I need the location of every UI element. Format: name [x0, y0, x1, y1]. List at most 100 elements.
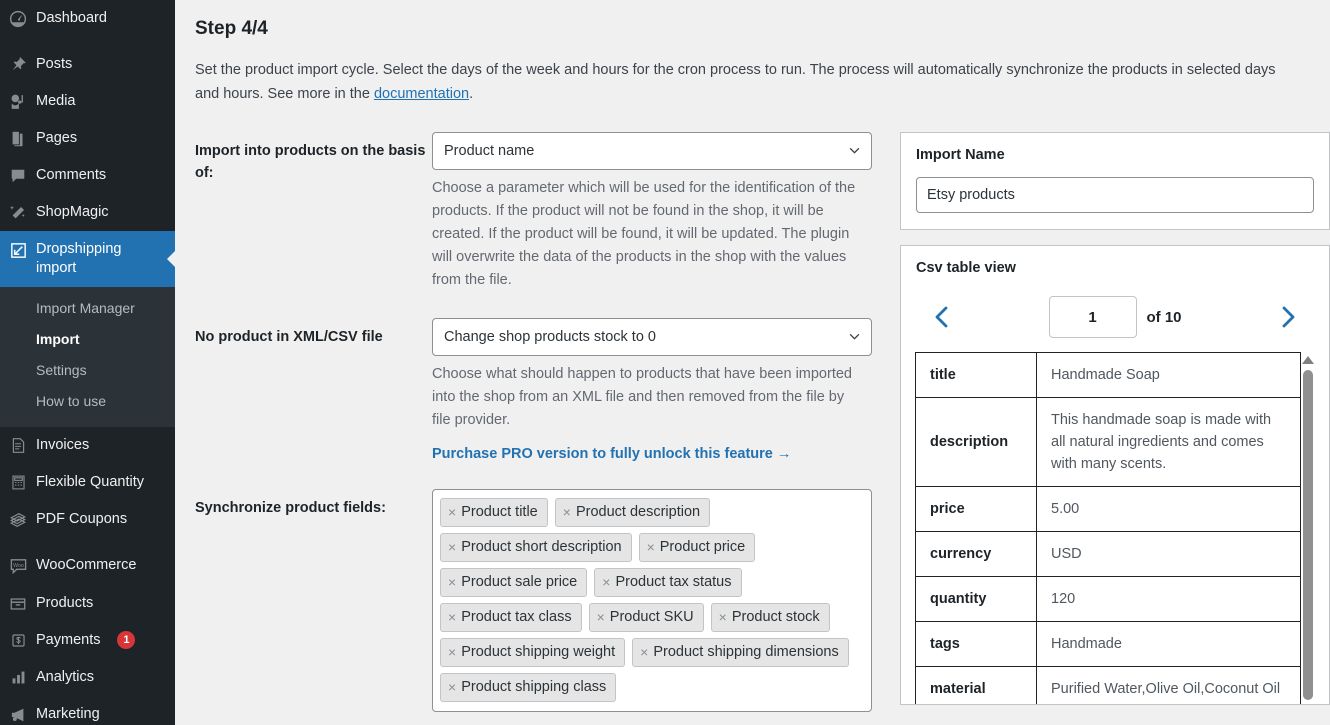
csv-table-scrollbar[interactable] — [1301, 352, 1315, 704]
sync-field-tag[interactable]: × Product stock — [710, 603, 830, 632]
admin-screen: Dashboard Posts Media Pages Comments Sho… — [0, 0, 1330, 725]
sync-field-tag[interactable]: × Product short description — [440, 533, 632, 562]
sync-field-tag[interactable]: × Product title — [440, 498, 548, 527]
sidebar-item-invoices[interactable]: Invoices — [0, 427, 175, 464]
field-label: No product in XML/CSV file — [195, 329, 383, 345]
sync-field-tag-label: Product price — [659, 539, 746, 555]
sidebar-item-comments[interactable]: Comments — [0, 157, 175, 194]
page-total-label: of 10 — [1146, 308, 1182, 326]
csv-row-key: quantity — [915, 576, 1037, 622]
csv-row-value: Purified Water,Olive Oil,Coconut Oil — [1036, 666, 1301, 704]
remove-tag-icon[interactable]: × — [448, 643, 456, 661]
import-basis-select[interactable]: Product name — [432, 132, 872, 170]
remove-tag-icon[interactable]: × — [719, 608, 727, 626]
sidebar-item-label: Dashboard — [36, 10, 107, 26]
sidebar-item-label: Dropshipping import — [36, 241, 122, 276]
products-box-icon — [0, 594, 36, 613]
sidebar-divider — [0, 538, 175, 547]
documentation-link[interactable]: documentation — [374, 86, 469, 102]
import-name-input[interactable] — [916, 177, 1314, 213]
csv-table-view-panel: Csv table view of 10 — [900, 245, 1330, 705]
sidebar-item-label: Analytics — [36, 669, 95, 685]
no-product-select[interactable]: Change shop products stock to 0 — [432, 318, 872, 356]
csv-row-value: 120 — [1036, 576, 1301, 622]
csv-table-row: currency USD — [915, 531, 1301, 577]
csv-row-key: currency — [915, 531, 1037, 577]
sidebar-item-label: Payments — [36, 632, 101, 648]
intro-text-part1: Set the product import cycle. Select the… — [195, 62, 1276, 102]
sidebar-item-marketing[interactable]: Marketing — [0, 696, 175, 725]
csv-table-row: quantity 120 — [915, 576, 1301, 622]
sync-field-tag[interactable]: × Product tax class — [440, 603, 582, 632]
field-label: Import into products on the basis of: — [195, 143, 426, 181]
sidebar-item-label: Media — [36, 93, 76, 109]
sidebar-item-products[interactable]: Products — [0, 585, 175, 622]
sidebar-item-woocommerce[interactable]: Woo WooCommerce — [0, 547, 175, 585]
sidebar-item-settings[interactable]: Settings — [0, 355, 175, 386]
remove-tag-icon[interactable]: × — [597, 608, 605, 626]
sync-fields-tag-input[interactable]: × Product title × Product description × Produ… — [432, 489, 872, 712]
sync-field-tag[interactable]: × Product SKU — [588, 603, 704, 632]
prev-page-button[interactable] — [919, 297, 965, 337]
next-page-button[interactable] — [1265, 297, 1311, 337]
csv-row-key: tags — [915, 621, 1037, 667]
remove-tag-icon[interactable]: × — [448, 608, 456, 626]
sidebar-item-dropshipping-import[interactable]: Dropshipping import — [0, 231, 175, 287]
remove-tag-icon[interactable]: × — [640, 643, 648, 661]
csv-row-key: material — [915, 666, 1037, 704]
sync-field-tag[interactable]: × Product shipping dimensions — [632, 638, 849, 667]
remove-tag-icon[interactable]: × — [448, 678, 456, 696]
scrollbar-thumb[interactable] — [1303, 370, 1313, 700]
no-product-help: Choose what should happen to products th… — [432, 366, 852, 428]
sync-field-tag[interactable]: × Product description — [554, 498, 711, 527]
page-number-input[interactable] — [1048, 296, 1137, 338]
sidebar-item-import-manager[interactable]: Import Manager — [0, 293, 175, 324]
purchase-pro-link[interactable]: Purchase PRO version to fully unlock thi… — [432, 446, 791, 462]
chevron-down-icon — [849, 147, 860, 154]
sync-field-tag-label: Product title — [461, 504, 538, 520]
sidebar-item-label: Pages — [36, 130, 78, 146]
sidebar-item-how-to-use[interactable]: How to use — [0, 386, 175, 417]
sync-field-tag[interactable]: × Product shipping class — [440, 673, 617, 702]
pages-icon — [0, 129, 36, 148]
sidebar-item-pdf-coupons[interactable]: PDF Coupons — [0, 501, 175, 538]
remove-tag-icon[interactable]: × — [647, 538, 655, 556]
import-arrow-icon — [0, 240, 36, 260]
sidebar-item-label: Marketing — [36, 706, 100, 722]
sidebar-item-analytics[interactable]: Analytics — [0, 659, 175, 696]
remove-tag-icon[interactable]: × — [602, 573, 610, 591]
sidebar-item-pages[interactable]: Pages — [0, 120, 175, 157]
sidebar-item-dashboard[interactable]: Dashboard — [0, 0, 175, 37]
sidebar-item-label: Comments — [36, 167, 107, 183]
sync-field-tag[interactable]: × Product sale price — [440, 568, 588, 597]
csv-row-key: description — [915, 397, 1037, 487]
magic-wand-icon — [0, 203, 36, 222]
remove-tag-icon[interactable]: × — [563, 503, 571, 521]
csv-row-key: title — [915, 352, 1037, 398]
scroll-up-arrow-icon[interactable] — [1302, 356, 1314, 364]
sync-field-tag[interactable]: × Product tax status — [594, 568, 742, 597]
field-import-basis: Import into products on the basis of: Pr… — [195, 132, 885, 292]
field-no-product: No product in XML/CSV file Change shop p… — [195, 318, 885, 463]
chevron-right-icon — [1282, 306, 1295, 328]
remove-tag-icon[interactable]: × — [448, 573, 456, 591]
sidebar-item-posts[interactable]: Posts — [0, 46, 175, 83]
dashboard-icon — [0, 9, 36, 28]
sync-field-tag-label: Product shipping weight — [461, 644, 616, 660]
sidebar-item-payments[interactable]: Payments 1 — [0, 622, 175, 659]
payments-badge: 1 — [117, 631, 136, 649]
csv-table-scroll-area: title Handmade Soap description This handma… — [915, 352, 1315, 704]
csv-row-value: This handmade soap is made with all natu… — [1036, 397, 1301, 487]
remove-tag-icon[interactable]: × — [448, 503, 456, 521]
sync-field-tag[interactable]: × Product shipping weight — [440, 638, 626, 667]
sidebar-item-import[interactable]: Import — [0, 324, 175, 355]
sidebar-item-media[interactable]: Media — [0, 83, 175, 120]
marketing-megaphone-icon — [0, 705, 36, 724]
sync-field-tag[interactable]: × Product price — [638, 533, 756, 562]
sidebar-item-flexible-quantity[interactable]: Flexible Quantity — [0, 464, 175, 501]
sync-field-tag-label: Product shipping class — [461, 679, 607, 695]
sidebar-item-shopmagic[interactable]: ShopMagic — [0, 194, 175, 231]
svg-text:Woo: Woo — [13, 563, 24, 569]
remove-tag-icon[interactable]: × — [448, 538, 456, 556]
sync-field-tag-label: Product shipping dimensions — [653, 644, 839, 660]
